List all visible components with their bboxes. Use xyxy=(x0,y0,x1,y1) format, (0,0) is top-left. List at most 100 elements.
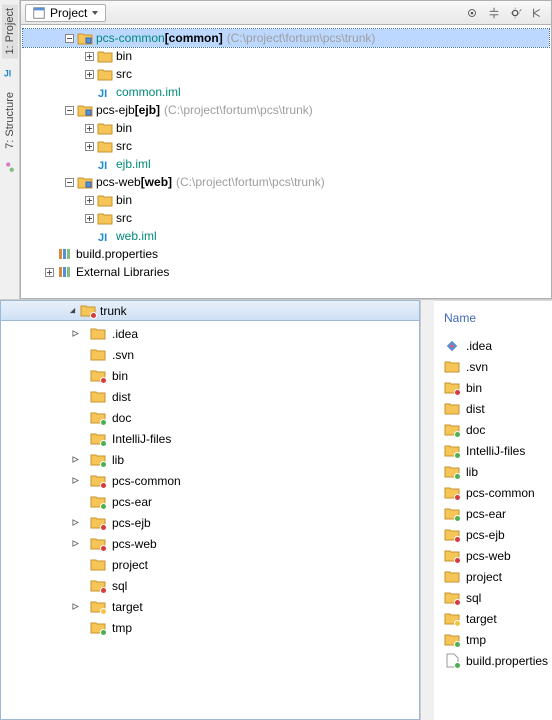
folder-src-3[interactable]: src xyxy=(23,209,549,227)
fs-tree-header[interactable]: trunk xyxy=(1,301,419,321)
folder-icon xyxy=(444,486,460,500)
folder-icon xyxy=(444,423,460,437)
fs-list-body[interactable]: .idea .svn bin distdoc IntelliJ-files lib pcs-… xyxy=(444,335,542,671)
fr-lib[interactable]: lib xyxy=(444,461,542,482)
toggle-icon[interactable] xyxy=(83,140,95,152)
folder-bin-2[interactable]: bin xyxy=(23,119,549,137)
fs-svn[interactable]: .svn xyxy=(71,344,419,365)
module-pcs-ejb[interactable]: pcs-ejb [ejb](C:\project\fortum\pcs\trun… xyxy=(23,101,549,119)
item-label: lib xyxy=(466,465,478,479)
fs-tmp[interactable]: tmp xyxy=(71,617,419,638)
fr-doc[interactable]: doc xyxy=(444,419,542,440)
view-combo[interactable]: Project xyxy=(25,4,106,22)
scroll-from-source-button[interactable] xyxy=(463,4,481,22)
fs-pcs-web[interactable]: pcs-web xyxy=(71,533,419,554)
file-build-properties[interactable]: build.properties xyxy=(23,245,549,263)
fr-pcs-web[interactable]: pcs-web xyxy=(444,545,542,566)
toggle-icon[interactable] xyxy=(63,104,75,116)
fs-pcs-ear[interactable]: pcs-ear xyxy=(71,491,419,512)
fr-svn[interactable]: .svn xyxy=(444,356,542,377)
file-ejb-iml[interactable]: JIejb.iml xyxy=(23,155,549,173)
fs-intellij[interactable]: IntelliJ-files xyxy=(71,428,419,449)
fs-sql[interactable]: sql xyxy=(71,575,419,596)
fs-bin[interactable]: bin xyxy=(71,365,419,386)
external-libraries[interactable]: External Libraries xyxy=(23,263,549,281)
expand-triangle-icon[interactable] xyxy=(71,602,80,611)
fr-target[interactable]: target xyxy=(444,608,542,629)
node-label: pcs-web xyxy=(96,175,141,189)
item-label: pcs-ear xyxy=(466,507,506,521)
fs-list-header[interactable]: Name xyxy=(444,307,542,335)
item-label: .idea xyxy=(466,339,492,353)
fs-lib[interactable]: lib xyxy=(71,449,419,470)
module-pcs-web[interactable]: pcs-web [web](C:\project\fortum\pcs\trun… xyxy=(23,173,549,191)
fr-intellij[interactable]: IntelliJ-files xyxy=(444,440,542,461)
item-label: tmp xyxy=(112,621,132,635)
expand-triangle-icon[interactable] xyxy=(71,518,80,527)
fs-target[interactable]: target xyxy=(71,596,419,617)
folder-icon xyxy=(444,444,460,458)
folder-icon xyxy=(90,390,106,404)
node-label: pcs-ejb xyxy=(96,103,135,117)
fs-tree-body[interactable]: .idea.svnbindistdocIntelliJ-fileslibpcs-… xyxy=(1,321,419,719)
file-common-iml[interactable]: JIcommon.iml xyxy=(23,83,549,101)
fr-build-properties[interactable]: build.properties xyxy=(444,650,542,671)
toggle-icon[interactable] xyxy=(83,50,95,62)
toggle-icon[interactable] xyxy=(83,194,95,206)
folder-icon xyxy=(90,453,106,467)
expand-triangle-icon[interactable] xyxy=(71,539,80,548)
fr-pcs-common[interactable]: pcs-common xyxy=(444,482,542,503)
item-label: IntelliJ-files xyxy=(112,432,171,446)
node-qualifier: [web] xyxy=(141,175,172,189)
fr-dist[interactable]: dist xyxy=(444,398,542,419)
fr-project[interactable]: project xyxy=(444,566,542,587)
toggle-icon[interactable] xyxy=(83,68,95,80)
item-label: bin xyxy=(466,381,482,395)
folder-icon xyxy=(90,600,106,614)
project-header: Project xyxy=(21,1,551,25)
fs-pcs-ejb[interactable]: pcs-ejb xyxy=(71,512,419,533)
fs-doc[interactable]: doc xyxy=(71,407,419,428)
item-label: bin xyxy=(112,369,128,383)
file-icon xyxy=(444,654,460,668)
iml-side-icon: JI xyxy=(3,66,17,80)
toggle-icon[interactable] xyxy=(83,122,95,134)
fs-project[interactable]: project xyxy=(71,554,419,575)
file-web-iml[interactable]: JIweb.iml xyxy=(23,227,549,245)
item-label: target xyxy=(112,600,143,614)
fr-tmp[interactable]: tmp xyxy=(444,629,542,650)
toggle-icon[interactable] xyxy=(43,266,55,278)
scrollbar[interactable] xyxy=(420,300,434,720)
toggle-icon[interactable] xyxy=(63,176,75,188)
expand-triangle-icon[interactable] xyxy=(71,455,80,464)
fr-sql[interactable]: sql xyxy=(444,587,542,608)
tab-project[interactable]: 1: Project xyxy=(2,4,18,58)
toggle-icon[interactable] xyxy=(63,32,75,44)
folder-icon xyxy=(444,549,460,563)
expand-triangle-icon[interactable] xyxy=(71,476,80,485)
item-label: sql xyxy=(112,579,127,593)
collapse-all-button[interactable] xyxy=(485,4,503,22)
gear-button[interactable] xyxy=(507,4,525,22)
folder-icon xyxy=(80,304,96,318)
folder-bin-3[interactable]: bin xyxy=(23,191,549,209)
fs-idea[interactable]: .idea xyxy=(71,323,419,344)
fs-pcs-common[interactable]: pcs-common xyxy=(71,470,419,491)
module-icon xyxy=(77,175,93,189)
item-label: IntelliJ-files xyxy=(466,444,525,458)
fr-idea[interactable]: .idea xyxy=(444,335,542,356)
folder-bin[interactable]: bin xyxy=(23,47,549,65)
project-tree[interactable]: pcs-common [common](C:\project\fortum\pc… xyxy=(21,25,551,298)
fr-pcs-ejb[interactable]: pcs-ejb xyxy=(444,524,542,545)
folder-icon xyxy=(90,579,106,593)
toggle-icon[interactable] xyxy=(83,212,95,224)
fr-pcs-ear[interactable]: pcs-ear xyxy=(444,503,542,524)
folder-src[interactable]: src xyxy=(23,65,549,83)
fr-bin[interactable]: bin xyxy=(444,377,542,398)
folder-src-2[interactable]: src xyxy=(23,137,549,155)
hide-button[interactable] xyxy=(529,4,547,22)
module-pcs-common[interactable]: pcs-common [common](C:\project\fortum\pc… xyxy=(23,29,549,47)
fs-dist[interactable]: dist xyxy=(71,386,419,407)
tab-structure[interactable]: 7: Structure xyxy=(2,88,18,153)
expand-triangle-icon[interactable] xyxy=(71,329,80,338)
